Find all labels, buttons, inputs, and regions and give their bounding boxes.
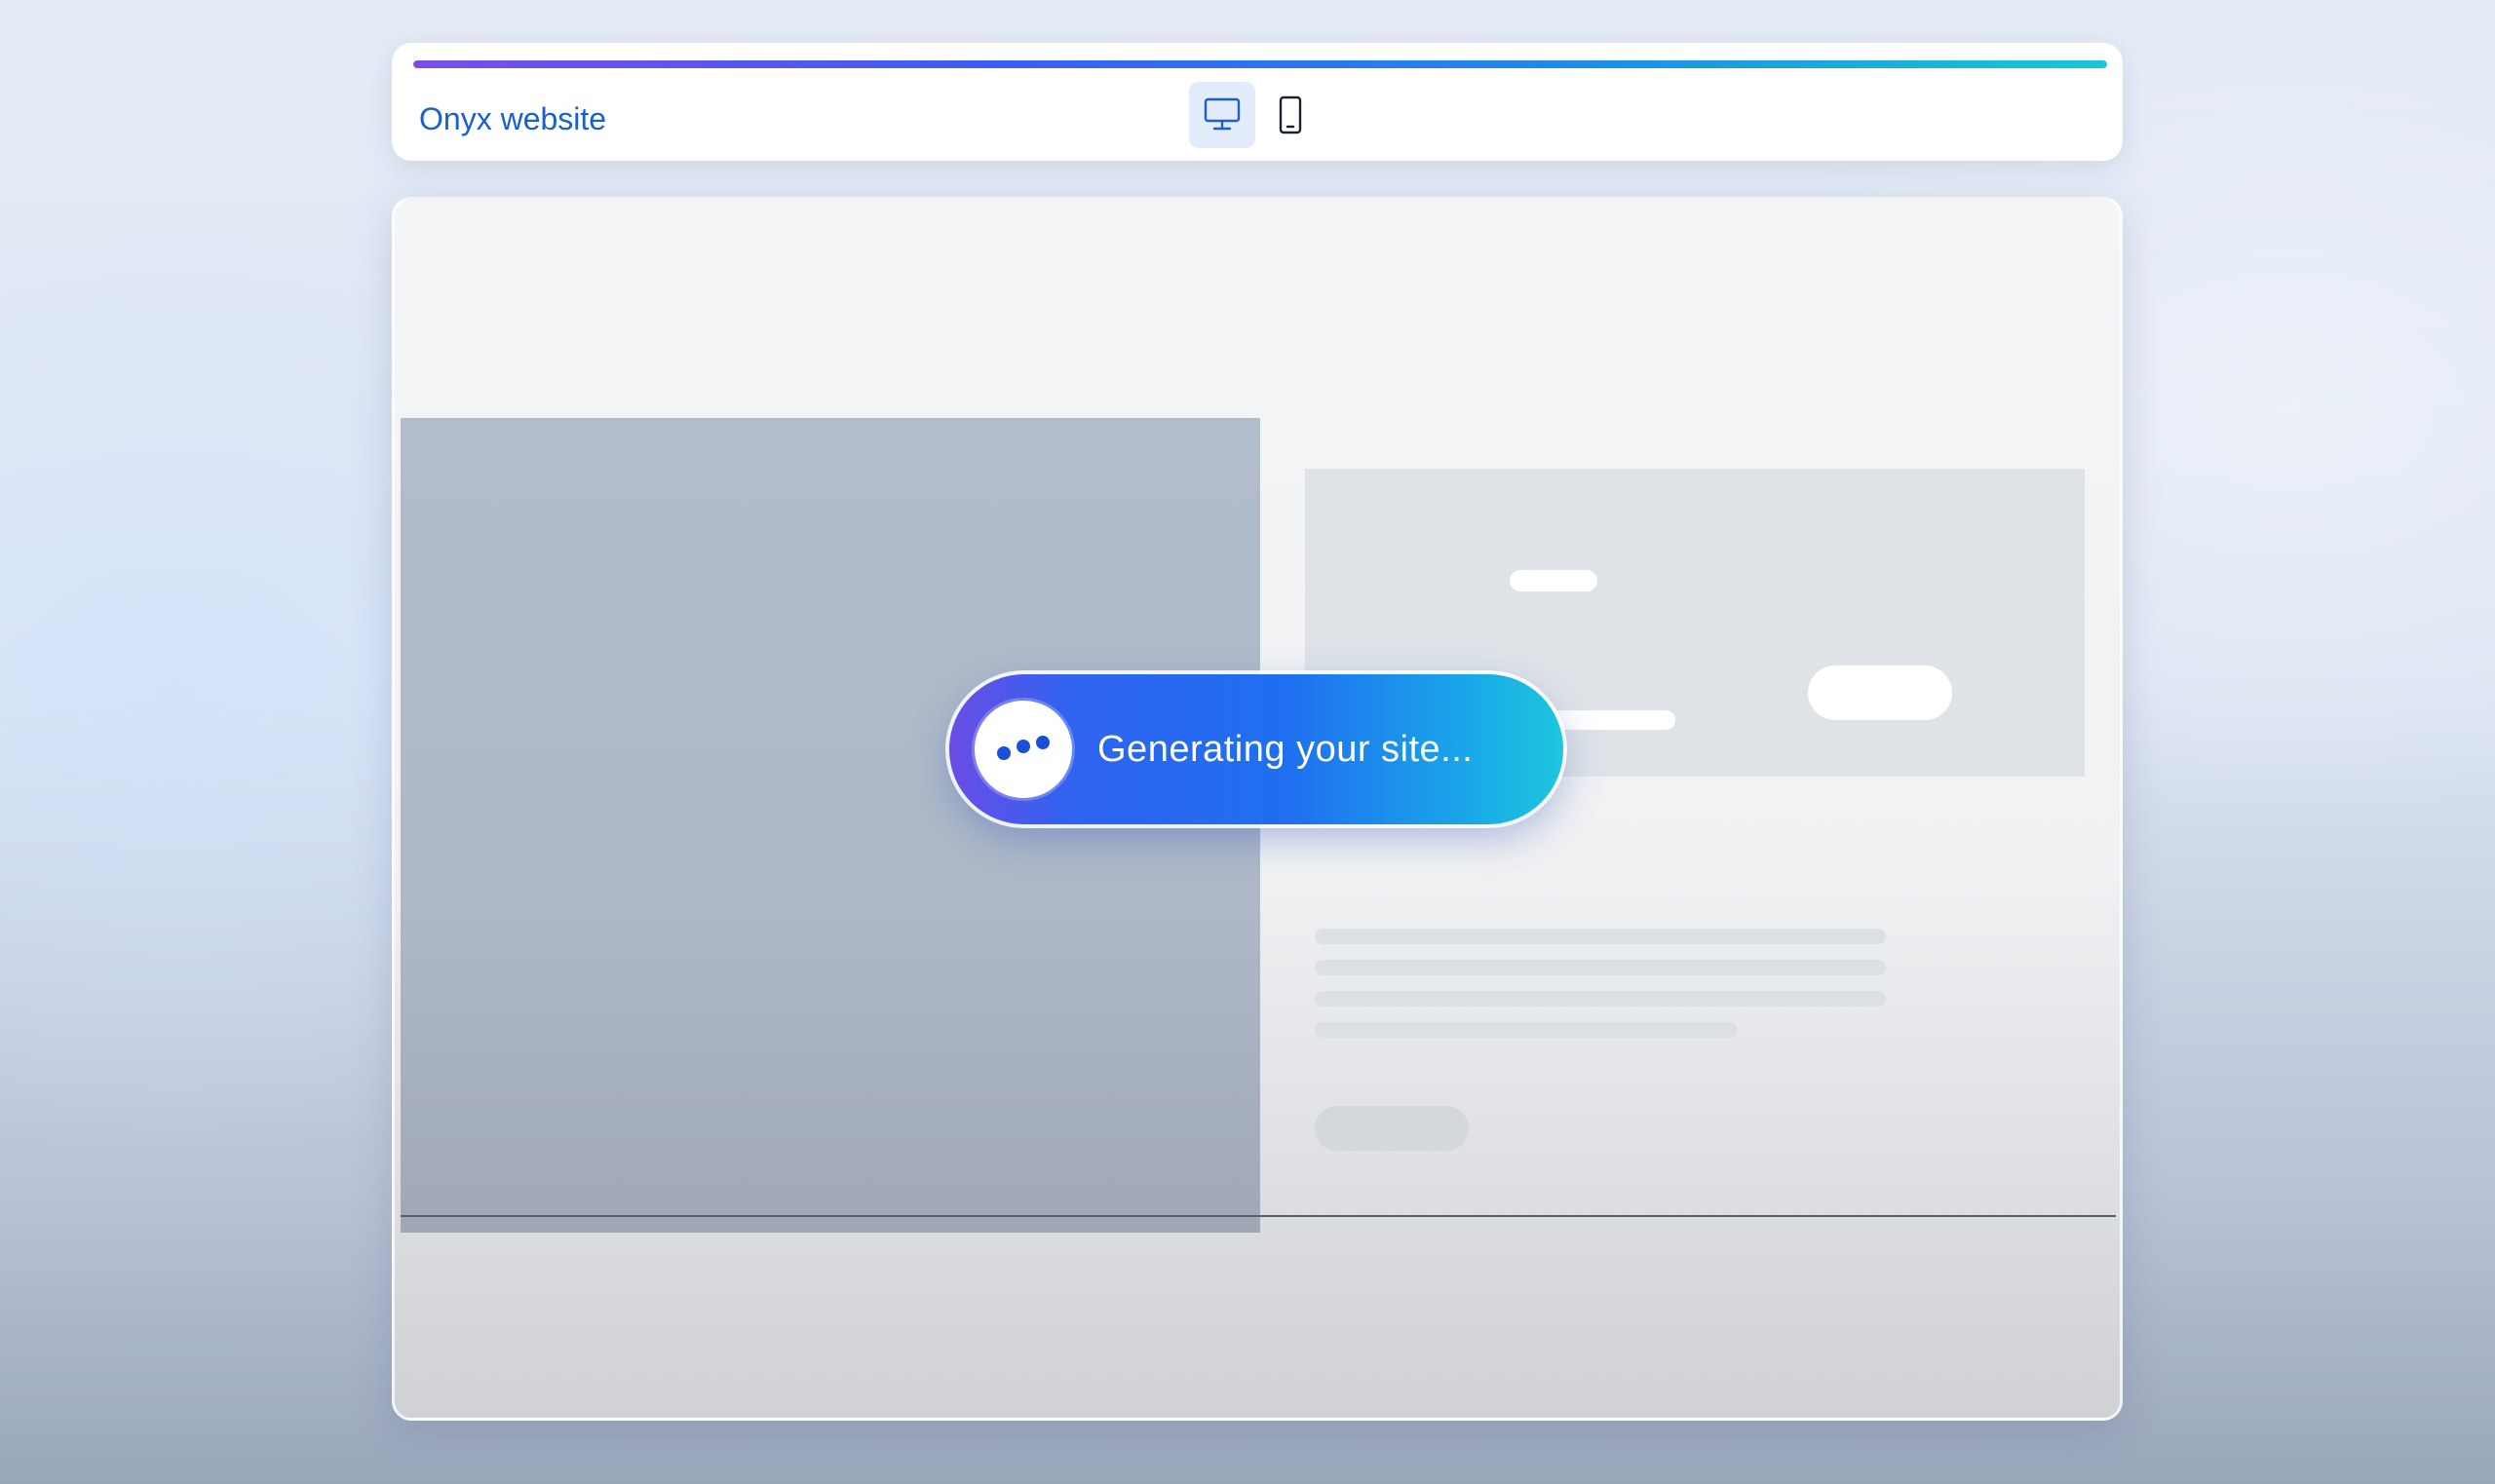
generation-progress-bar [413,60,2107,68]
button-placeholder [1808,666,1952,720]
editor-top-bar: Onyx website [392,43,2123,161]
device-view-toggle [1189,82,1325,148]
subheading-placeholder [1549,710,1675,730]
generation-progress-fill [413,60,2107,68]
desktop-view-button[interactable] [1189,82,1255,148]
mobile-view-button[interactable] [1257,82,1324,148]
text-line-placeholder [1315,1022,1738,1038]
section-divider [401,1215,2116,1217]
site-title: Onyx website [419,101,607,136]
text-line-placeholder [1315,991,1886,1007]
hero-image-placeholder [401,418,1260,1233]
generating-status-pill: Generating your site... [949,674,1563,824]
heading-placeholder [1510,570,1597,591]
mobile-phone-icon [1279,95,1302,134]
typing-dots-icon [975,701,1072,798]
text-line-placeholder [1315,929,1886,944]
cta-button-placeholder [1315,1106,1469,1151]
generating-status-text: Generating your site... [1097,728,1474,770]
text-line-placeholder [1315,960,1886,975]
desktop-monitor-icon [1204,97,1241,131]
